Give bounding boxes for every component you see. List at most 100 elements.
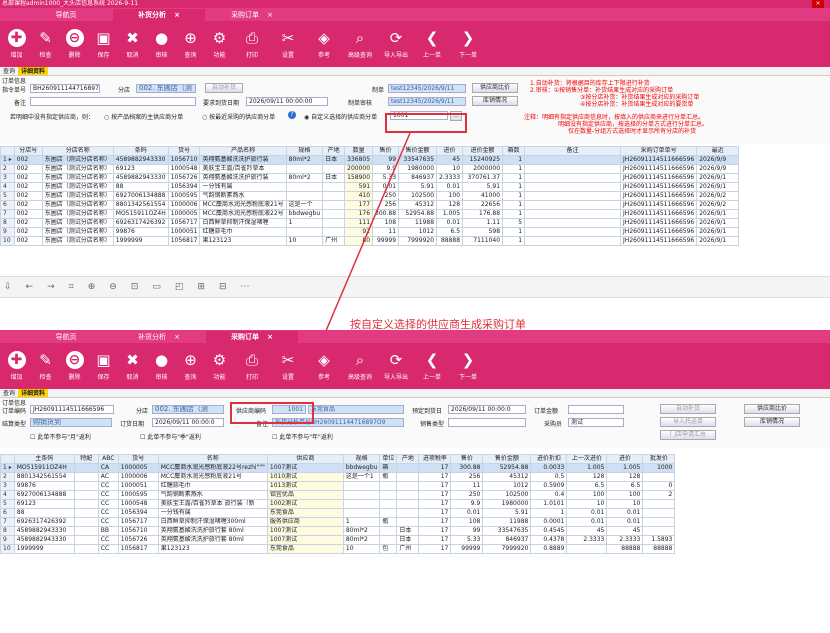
toolbar-button-5[interactable]: ● 审核	[147, 343, 176, 389]
table-cell[interactable]: 东圃店（测试分店名称）	[41, 182, 114, 192]
tab-1[interactable]: 补货分析 ×	[113, 331, 205, 343]
table-cell[interactable]: 1	[502, 227, 526, 237]
toolbar-button-14[interactable]: ❯ 下一单	[450, 343, 486, 389]
table-cell[interactable]: 250	[450, 490, 484, 500]
table-cell[interactable]: 1980000	[482, 499, 532, 509]
table-cell[interactable]	[642, 517, 676, 527]
table-cell[interactable]: 45	[566, 526, 608, 536]
table-cell[interactable]: 1000006	[117, 472, 159, 482]
table-cell[interactable]: 一分钱有属	[199, 182, 287, 192]
toolbar-button-12[interactable]: ⟳ 导入导出	[378, 21, 414, 67]
table-cell[interactable]	[73, 472, 99, 482]
table-cell[interactable]: 1010测试	[266, 472, 344, 482]
table-cell[interactable]: CC	[97, 535, 119, 545]
auto-replenish-button[interactable]: 自动补货	[205, 83, 243, 93]
table-cell[interactable]: 99999	[450, 544, 484, 554]
table-cell[interactable]: 0.01	[436, 218, 464, 228]
table-cell[interactable]: 红糖蒜毛巾	[157, 481, 268, 491]
table-cell[interactable]: CC	[97, 508, 119, 518]
table-cell[interactable]: 002	[13, 173, 43, 183]
table-cell[interactable]: 10	[436, 164, 464, 174]
viewer-tool-icon[interactable]: ⋯	[240, 282, 249, 292]
table-cell[interactable]: 108	[450, 517, 484, 527]
table-cell[interactable]: 1013测试	[266, 481, 344, 491]
table-cell[interactable]: 4589882943330	[13, 526, 75, 536]
table-row[interactable]: 8 4589882943330 BB 1056710 英翔氨基酸洗洗护旅行套 80ml 1…	[0, 526, 676, 536]
tab-0[interactable]: 导航页	[20, 331, 112, 343]
table-cell[interactable]: JH260911145116665​96	[620, 173, 698, 183]
table-cell[interactable]: 17	[418, 499, 452, 509]
table-cell[interactable]: 红糖蒜毛巾	[199, 227, 287, 237]
column-header[interactable]: 特配	[73, 454, 99, 464]
table-cell[interactable]: 1000051	[117, 481, 159, 491]
table-cell[interactable]: MCC麋商水润光感粉底液21号	[199, 200, 287, 210]
table-cell[interactable]: 128	[436, 200, 464, 210]
table-cell[interactable]: 1000595	[117, 490, 159, 500]
table-cell[interactable]: 4589882943330	[112, 173, 169, 183]
table-cell[interactable]: 0.01	[606, 508, 644, 518]
table-cell[interactable]: 88888	[436, 236, 464, 246]
table-cell[interactable]	[524, 236, 622, 246]
toolbar-button-6[interactable]: ⊕ 查询	[176, 343, 205, 389]
toolbar-button-12[interactable]: ⟳ 导入导出	[378, 343, 414, 389]
viewer-tool-icon[interactable]: →	[47, 282, 55, 292]
table-cell[interactable]: 1.005	[606, 463, 644, 473]
table-cell[interactable]	[73, 535, 99, 545]
toolbar-button-3[interactable]: ▣ 保存	[89, 343, 118, 389]
toolbar-button-8[interactable]: ⎙ 打印	[234, 21, 270, 67]
rebate-month-checkbox[interactable]: ☐ 此单不参与"月"返利	[30, 432, 91, 441]
table-cell[interactable]: 瓶	[379, 472, 398, 482]
table-cell[interactable]	[524, 227, 622, 237]
stock-sales-button-bottom[interactable]: 库销情况	[744, 417, 800, 427]
table-cell[interactable]: 17	[418, 544, 452, 554]
viewer-tool-icon[interactable]: ⊕	[88, 282, 96, 292]
toolbar-button-4[interactable]: ✖ 取消	[118, 343, 147, 389]
table-cell[interactable]: JH260911145116665​96	[620, 236, 698, 246]
viewer-tool-icon[interactable]: ▭	[152, 282, 161, 292]
toolbar-button-1[interactable]: ✎ 检查	[31, 21, 60, 67]
table-cell[interactable]	[642, 499, 676, 509]
table-cell[interactable]: 2026/9/1	[696, 236, 740, 246]
tab-0[interactable]: 导航页	[20, 9, 112, 21]
table-cell[interactable]	[396, 499, 420, 509]
table-cell[interactable]: 2026/9/1	[696, 218, 740, 228]
table-cell[interactable]: 17	[418, 517, 452, 527]
toolbar-button-4[interactable]: ✖ 取消	[118, 21, 147, 67]
table-cell[interactable]: 0.8889	[530, 544, 568, 554]
table-cell[interactable]	[524, 182, 622, 192]
table-cell[interactable]: 17	[418, 472, 452, 482]
table-cell[interactable]: CA	[97, 463, 119, 473]
table-cell[interactable]: 88	[112, 182, 169, 192]
table-cell[interactable]	[566, 544, 608, 554]
tab-2[interactable]: 采购订单 ×	[206, 331, 298, 343]
import-waybill-button[interactable]: 导入托运单	[660, 417, 716, 427]
table-cell[interactable]: 东莞食品	[266, 544, 344, 554]
table-cell[interactable]: 5.91	[482, 508, 532, 518]
table-cell[interactable]: 45312	[482, 472, 532, 482]
table-cell[interactable]	[524, 191, 622, 201]
toolbar-button-7[interactable]: ⚙ 功能	[205, 343, 234, 389]
toolbar-button-2[interactable]: ⊖ 删除	[60, 21, 89, 67]
table-cell[interactable]: 80ml*2	[342, 526, 381, 536]
table-cell[interactable]: 1000595	[167, 191, 201, 201]
table-cell[interactable]: 10	[606, 499, 644, 509]
column-header[interactable]: 规格	[342, 454, 381, 464]
table-cell[interactable]: JH260911145116665​96	[620, 191, 698, 201]
table-cell[interactable]	[342, 490, 381, 500]
column-header[interactable]: 主条码	[13, 454, 75, 464]
table-cell[interactable]	[642, 526, 676, 536]
settle-field[interactable]: 购销货到	[30, 418, 112, 427]
toolbar-button-9[interactable]: ✂ 设置	[270, 343, 306, 389]
column-header[interactable]: 产地	[396, 454, 420, 464]
table-cell[interactable]: JH260911145116665​96	[620, 209, 698, 219]
table-cell[interactable]: 176.88	[462, 209, 504, 219]
table-cell[interactable]	[73, 463, 99, 473]
table-cell[interactable]: 102500	[482, 490, 532, 500]
table-cell[interactable]: 1	[502, 209, 526, 219]
table-cell[interactable]: 300.88	[450, 463, 484, 473]
column-header[interactable]: 备注	[524, 146, 622, 156]
table-cell[interactable]: 1.11	[462, 218, 504, 228]
table-cell[interactable]: CC	[97, 517, 119, 527]
toolbar-button-6[interactable]: ⊕ 查询	[176, 21, 205, 67]
table-cell[interactable]: 2026/9/1	[696, 227, 740, 237]
